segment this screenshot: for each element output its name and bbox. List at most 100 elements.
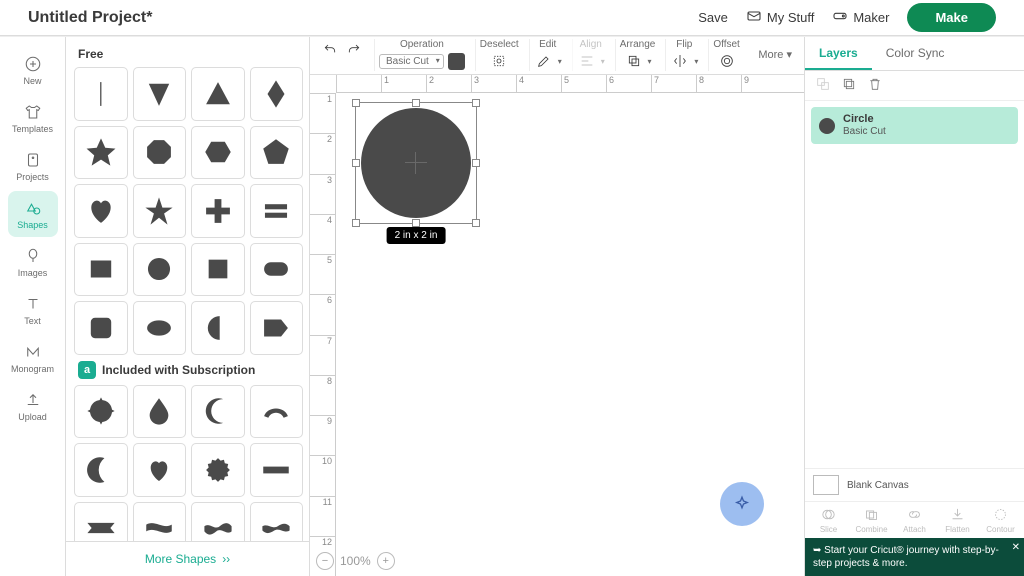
delete-button[interactable] <box>867 76 883 95</box>
shape-tag[interactable] <box>250 301 304 355</box>
handle-mr[interactable] <box>472 159 480 167</box>
shape-ellipse[interactable] <box>133 301 187 355</box>
handle-ml[interactable] <box>352 159 360 167</box>
rail-label: Shapes <box>17 220 48 230</box>
shape-star-outline[interactable] <box>133 184 187 238</box>
sparkle-icon <box>733 495 751 513</box>
operation-select[interactable]: Basic Cut <box>379 54 444 69</box>
shape-moon[interactable] <box>191 385 245 439</box>
tab-colorsync[interactable]: Color Sync <box>872 37 959 70</box>
shape-pill[interactable] <box>250 243 304 297</box>
card-icon <box>24 151 42 169</box>
flip-button[interactable] <box>670 51 690 71</box>
monogram-icon <box>24 343 42 361</box>
offset-label: Offset <box>713 39 740 50</box>
shape-equals[interactable] <box>250 184 304 238</box>
shape-triangle-down[interactable] <box>133 67 187 121</box>
shape-plus[interactable] <box>191 184 245 238</box>
zoom-controls: − 100% + <box>316 550 395 572</box>
shape-diamond[interactable] <box>250 67 304 121</box>
shape-seal[interactable] <box>74 385 128 439</box>
make-button[interactable]: Make <box>907 3 996 32</box>
plus-circle-icon <box>24 55 42 73</box>
zoom-out-button[interactable]: − <box>316 552 334 570</box>
assistant-fab[interactable] <box>720 482 764 526</box>
group-button[interactable] <box>815 76 831 95</box>
rail-shapes[interactable]: Shapes <box>8 191 58 237</box>
rail-images[interactable]: Images <box>8 239 58 285</box>
edit-button[interactable] <box>534 51 554 71</box>
shape-square2[interactable] <box>191 243 245 297</box>
rail-monogram[interactable]: Monogram <box>8 335 58 381</box>
align-label: Align <box>580 39 602 50</box>
shape-ribbon[interactable] <box>74 502 128 542</box>
rail-projects[interactable]: Projects <box>8 143 58 189</box>
maker-link[interactable]: Maker <box>832 8 889 27</box>
shape-line[interactable] <box>74 67 128 121</box>
shape-bar[interactable] <box>250 443 304 497</box>
shape-heart2[interactable] <box>133 443 187 497</box>
rail-new[interactable]: New <box>8 47 58 93</box>
more-dropdown[interactable]: More ▾ <box>758 48 792 61</box>
right-tabs: Layers Color Sync <box>805 37 1024 71</box>
shape-rounded-square[interactable] <box>74 301 128 355</box>
blank-canvas-row[interactable]: Blank Canvas <box>805 468 1024 502</box>
op-slice: Slice <box>813 506 845 534</box>
shape-half-circle[interactable] <box>191 301 245 355</box>
redo-button[interactable] <box>344 39 364 59</box>
zoom-in-button[interactable]: + <box>377 552 395 570</box>
layer-row[interactable]: Circle Basic Cut <box>811 107 1018 144</box>
operation-color-swatch[interactable] <box>448 53 465 70</box>
close-tip-button[interactable]: ✕ <box>1012 541 1020 554</box>
shape-square[interactable] <box>74 243 128 297</box>
shape-star[interactable] <box>74 126 128 180</box>
shape-wave2[interactable] <box>250 502 304 542</box>
layer-ops: Slice Combine Attach Flatten Contour <box>805 502 1024 538</box>
tab-layers[interactable]: Layers <box>805 37 872 70</box>
more-shapes-link[interactable]: More Shapes ›› <box>66 541 309 576</box>
op-flatten: Flatten <box>942 506 974 534</box>
shape-drop[interactable] <box>133 385 187 439</box>
offset-button[interactable] <box>717 51 737 71</box>
shape-wave[interactable] <box>191 502 245 542</box>
arrange-button[interactable] <box>624 51 644 71</box>
shape-banner[interactable] <box>133 502 187 542</box>
upload-icon <box>24 391 42 409</box>
shape-triangle-up[interactable] <box>191 67 245 121</box>
op-attach: Attach <box>899 506 931 534</box>
selected-object[interactable]: 2 in x 2 in <box>361 108 471 218</box>
shape-circle[interactable] <box>133 243 187 297</box>
shape-heart[interactable] <box>74 184 128 238</box>
handle-tr[interactable] <box>472 99 480 107</box>
shape-crescent[interactable] <box>74 443 128 497</box>
shape-arc[interactable] <box>250 385 304 439</box>
envelope-icon <box>746 8 762 27</box>
handle-bl[interactable] <box>352 219 360 227</box>
more-shapes-label: More Shapes <box>145 552 216 566</box>
mystuff-link[interactable]: My Stuff <box>746 8 814 27</box>
subscription-label: Included with Subscription <box>102 363 255 377</box>
handle-tm[interactable] <box>412 99 420 107</box>
handle-br[interactable] <box>472 219 480 227</box>
rail-label: Monogram <box>11 364 54 374</box>
shape-octagon[interactable] <box>133 126 187 180</box>
save-link[interactable]: Save <box>698 10 728 25</box>
operation-label: Operation <box>400 39 444 50</box>
deselect-button[interactable] <box>489 51 509 71</box>
handle-bm[interactable] <box>412 219 420 227</box>
canvas-stage[interactable]: 2 in x 2 in <box>336 93 804 546</box>
handle-tl[interactable] <box>352 99 360 107</box>
rail-upload[interactable]: Upload <box>8 383 58 429</box>
rail-templates[interactable]: Templates <box>8 95 58 141</box>
right-panel: Layers Color Sync Circle Basic Cut Blank… <box>804 37 1024 576</box>
ruler-horizontal: 123456789 <box>336 75 804 93</box>
layer-op: Basic Cut <box>843 126 886 138</box>
shape-hexagon[interactable] <box>191 126 245 180</box>
undo-button[interactable] <box>320 39 340 59</box>
shape-seal2[interactable] <box>191 443 245 497</box>
rail-label: Images <box>18 268 48 278</box>
rail-text[interactable]: Text <box>8 287 58 333</box>
shirt-icon <box>24 103 42 121</box>
duplicate-button[interactable] <box>841 76 857 95</box>
shape-pentagon[interactable] <box>250 126 304 180</box>
